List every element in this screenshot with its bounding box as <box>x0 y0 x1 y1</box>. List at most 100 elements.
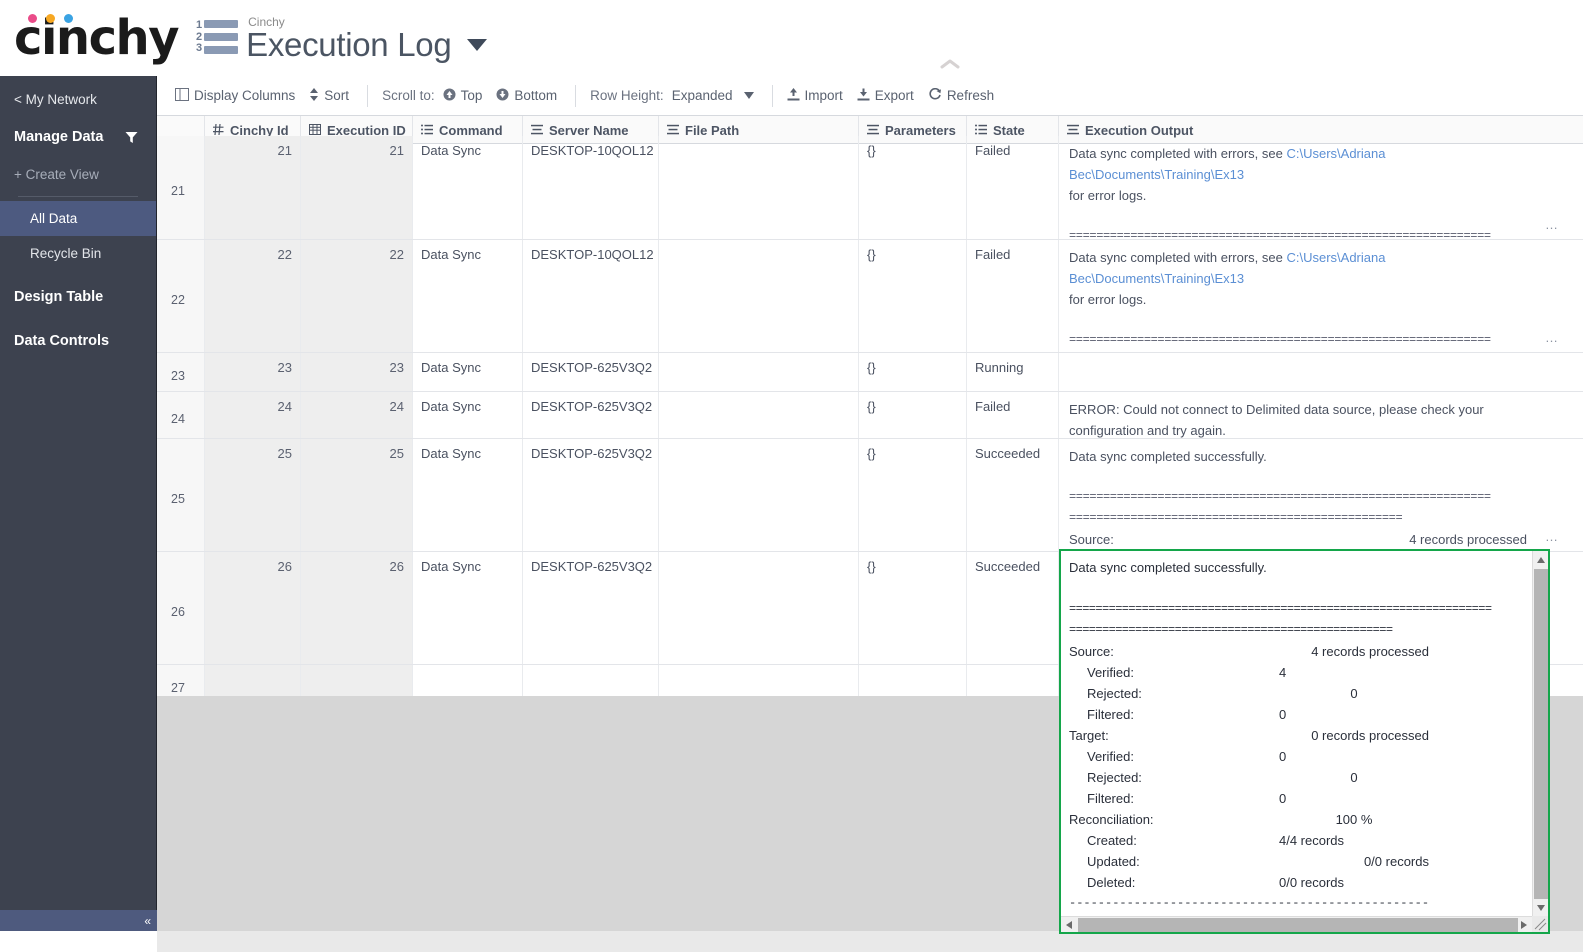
cell-execution-output[interactable] <box>1059 353 1565 391</box>
cell-parameters[interactable]: {} <box>859 439 967 551</box>
funnel-icon[interactable] <box>125 131 138 144</box>
cell-parameters[interactable]: {} <box>859 353 967 391</box>
cell-overflow-ellipsis[interactable]: … <box>1545 327 1559 348</box>
table-row[interactable]: 23 23 23 Data Sync DESKTOP-625V3Q2 {} Ru… <box>157 353 1583 392</box>
resize-grip-icon[interactable] <box>1532 916 1548 932</box>
scrollbar-thumb[interactable] <box>1078 918 1518 932</box>
cell-execution-output[interactable]: ERROR: Could not connect to Delimited da… <box>1059 392 1565 438</box>
export-label: Export <box>874 88 914 103</box>
expanded-line-key: Deleted: <box>1087 875 1136 890</box>
cell-cinchy-id[interactable]: 26 <box>205 552 301 664</box>
cell-cinchy-id[interactable]: 24 <box>205 392 301 438</box>
cell-command[interactable] <box>413 665 523 696</box>
cell-overflow-ellipsis[interactable]: … <box>1545 526 1559 547</box>
cell-parameters[interactable]: {} <box>859 136 967 239</box>
cell-file-path[interactable] <box>659 353 859 391</box>
sidebar-section-manage-data[interactable]: Manage Data <box>0 115 156 157</box>
cell-state[interactable]: Failed <box>967 240 1059 352</box>
table-row[interactable]: 25 25 25 Data Sync DESKTOP-625V3Q2 {} Su… <box>157 439 1583 552</box>
cell-command[interactable]: Data Sync <box>413 136 523 239</box>
cell-overflow-ellipsis[interactable]: … <box>1545 214 1559 235</box>
sort-button[interactable]: Sort <box>309 87 349 104</box>
cell-server-name[interactable]: DESKTOP-10QOL12 <box>523 136 659 239</box>
page-title-block: Cinchy Execution Log <box>246 16 488 64</box>
scrollbar-thumb[interactable] <box>1534 569 1548 899</box>
cell-execution-id[interactable]: 23 <box>301 353 413 391</box>
brand-wordmark: cinchy <box>14 10 180 66</box>
expanded-editor-vertical-scrollbar[interactable] <box>1532 551 1548 916</box>
scroll-left-arrow-icon[interactable] <box>1061 917 1077 933</box>
cell-command[interactable]: Data Sync <box>413 240 523 352</box>
scroll-bottom-button[interactable]: Bottom <box>496 88 557 104</box>
cell-execution-id[interactable]: 22 <box>301 240 413 352</box>
cell-execution-id[interactable]: 24 <box>301 392 413 438</box>
cell-server-name[interactable]: DESKTOP-625V3Q2 <box>523 353 659 391</box>
cell-file-path[interactable] <box>659 392 859 438</box>
expanded-editor-content[interactable]: Data sync completed successfully. ======… <box>1061 551 1532 916</box>
cell-parameters[interactable] <box>859 665 967 696</box>
export-button[interactable]: Export <box>857 88 914 104</box>
expanded-editor-horizontal-scrollbar[interactable] <box>1061 916 1548 932</box>
cell-parameters[interactable]: {} <box>859 392 967 438</box>
cell-execution-output[interactable]: Data sync completed with errors, see C:\… <box>1059 240 1565 352</box>
display-columns-button[interactable]: Display Columns <box>175 87 295 104</box>
cell-server-name[interactable] <box>523 665 659 696</box>
refresh-icon <box>928 87 942 104</box>
cell-cinchy-id[interactable]: 25 <box>205 439 301 551</box>
cell-cinchy-id[interactable]: 21 <box>205 136 301 239</box>
cell-file-path[interactable] <box>659 665 859 696</box>
window-bottom-scroll-area[interactable] <box>157 931 1583 952</box>
cell-cinchy-id[interactable] <box>205 665 301 696</box>
sidebar-back-my-network[interactable]: < My Network <box>0 76 156 115</box>
cell-cinchy-id[interactable]: 23 <box>205 353 301 391</box>
cell-execution-id[interactable]: 25 <box>301 439 413 551</box>
expanded-line-key: Target: <box>1069 728 1109 743</box>
sidebar-item-recycle-bin[interactable]: Recycle Bin <box>0 236 156 271</box>
sidebar-item-all-data[interactable]: All Data <box>0 201 156 236</box>
cell-execution-output[interactable]: Data sync completed successfully. ======… <box>1059 439 1565 551</box>
cell-file-path[interactable] <box>659 552 859 664</box>
sidebar-item-design-table[interactable]: Design Table <box>0 271 156 315</box>
cell-file-path[interactable] <box>659 439 859 551</box>
scroll-down-arrow-icon[interactable] <box>1533 899 1548 916</box>
table-row[interactable]: 24 24 24 Data Sync DESKTOP-625V3Q2 {} Fa… <box>157 392 1583 439</box>
cell-server-name[interactable]: DESKTOP-625V3Q2 <box>523 552 659 664</box>
table-row[interactable]: 22 22 22 Data Sync DESKTOP-10QOL12 {} Fa… <box>157 240 1583 353</box>
cell-command[interactable]: Data Sync <box>413 392 523 438</box>
import-button[interactable]: Import <box>787 87 843 104</box>
sidebar-create-view[interactable]: + Create View <box>0 157 156 192</box>
cell-cinchy-id[interactable]: 22 <box>205 240 301 352</box>
execution-output-expanded-editor[interactable]: Data sync completed successfully. ======… <box>1059 549 1550 934</box>
cell-server-name[interactable]: DESKTOP-625V3Q2 <box>523 392 659 438</box>
cell-server-name[interactable]: DESKTOP-625V3Q2 <box>523 439 659 551</box>
cinchy-logo[interactable]: cinchy <box>14 10 180 66</box>
cell-execution-id[interactable]: 21 <box>301 136 413 239</box>
cell-file-path[interactable] <box>659 240 859 352</box>
cell-parameters[interactable]: {} <box>859 552 967 664</box>
scroll-right-arrow-icon[interactable] <box>1516 917 1532 933</box>
cell-command[interactable]: Data Sync <box>413 439 523 551</box>
scroll-top-button[interactable]: Top <box>443 88 482 104</box>
cell-execution-output[interactable]: Data sync completed with errors, see C:\… <box>1059 136 1565 239</box>
cell-state[interactable] <box>967 665 1059 696</box>
cell-execution-id[interactable]: 26 <box>301 552 413 664</box>
table-row[interactable]: 21 21 21 Data Sync DESKTOP-10QOL12 {} Fa… <box>157 136 1583 240</box>
cell-state[interactable]: Failed <box>967 136 1059 239</box>
cell-server-name[interactable]: DESKTOP-10QOL12 <box>523 240 659 352</box>
cell-state[interactable]: Running <box>967 353 1059 391</box>
cell-command[interactable]: Data Sync <box>413 353 523 391</box>
sidebar-collapse-button[interactable]: « <box>0 910 157 931</box>
scroll-up-arrow-icon[interactable] <box>1533 551 1548 568</box>
cell-command[interactable]: Data Sync <box>413 552 523 664</box>
row-height-select[interactable]: Expanded <box>672 88 754 103</box>
cell-state[interactable]: Succeeded <box>967 439 1059 551</box>
cell-state[interactable]: Succeeded <box>967 552 1059 664</box>
cell-parameters[interactable]: {} <box>859 240 967 352</box>
chevron-down-icon[interactable] <box>467 39 488 51</box>
cell-state[interactable]: Failed <box>967 392 1059 438</box>
collapse-header-chevron-up-icon[interactable] <box>940 58 960 70</box>
sidebar-item-data-controls[interactable]: Data Controls <box>0 315 156 359</box>
refresh-button[interactable]: Refresh <box>928 87 994 104</box>
cell-execution-id[interactable] <box>301 665 413 696</box>
cell-file-path[interactable] <box>659 136 859 239</box>
